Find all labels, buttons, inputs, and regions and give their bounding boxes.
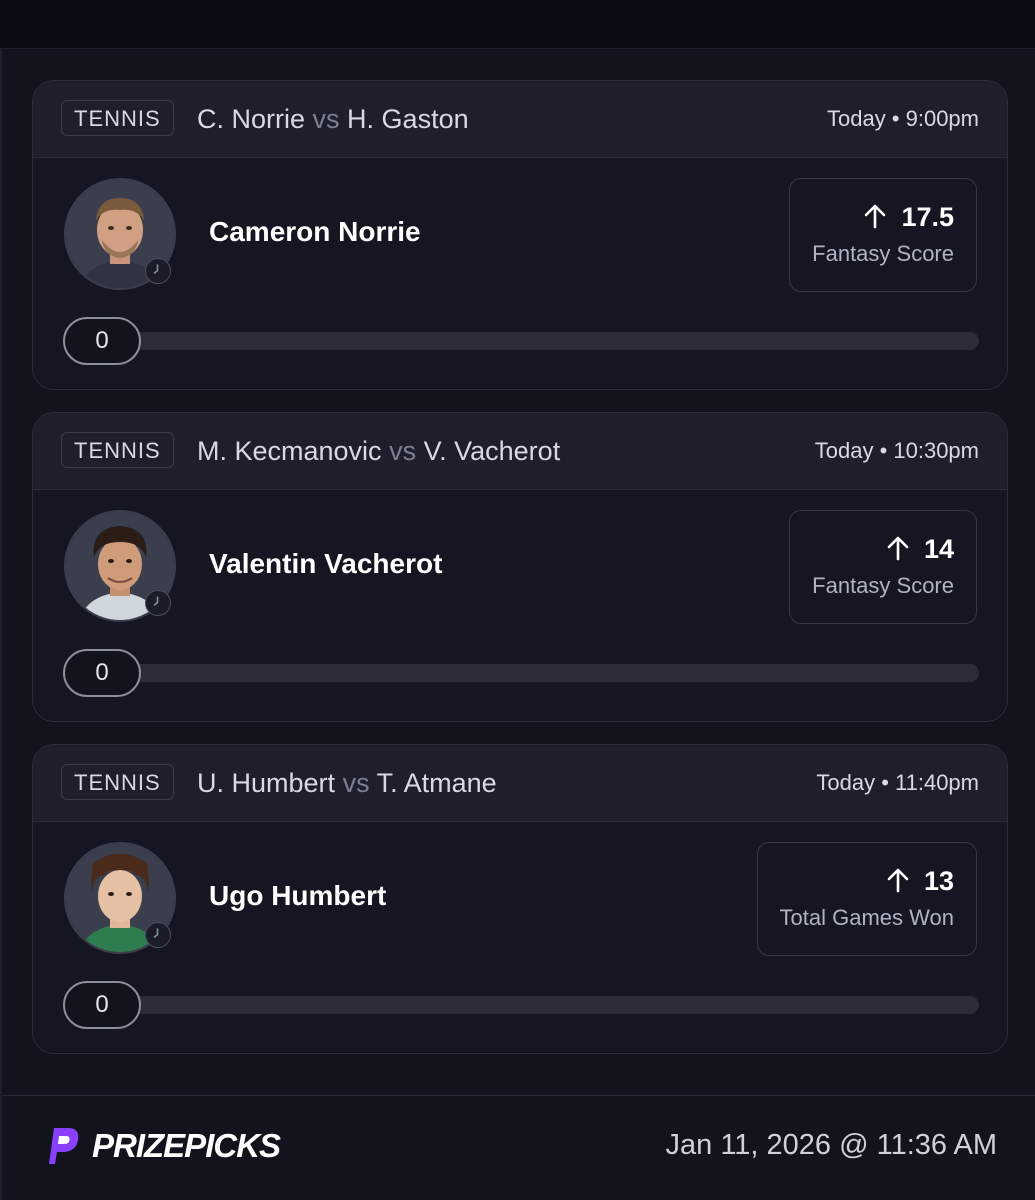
matchup: U. Humbert vs T. Atmane: [197, 767, 497, 799]
projection-box[interactable]: 17.5 Fantasy Score: [789, 178, 977, 292]
line-value: 17.5: [901, 202, 954, 232]
projection-box[interactable]: 13 Total Games Won: [756, 842, 977, 956]
stat-type: Fantasy Score: [812, 573, 954, 598]
matchup-player-2: H. Gaston: [347, 104, 469, 134]
clock-icon: [145, 258, 171, 284]
pick-card[interactable]: TENNIS U. Humbert vs T. Atmane Today • 1…: [32, 744, 1008, 1054]
brand-name: PRIZEPICKS: [92, 1127, 281, 1164]
stat-type: Total Games Won: [779, 905, 954, 930]
projection-box[interactable]: 14 Fantasy Score: [789, 510, 977, 624]
pick-card[interactable]: TENNIS M. Kecmanovic vs V. Vacherot Toda…: [32, 412, 1008, 722]
clock-icon: [145, 590, 171, 616]
stat-type: Fantasy Score: [812, 241, 954, 266]
top-bar: [0, 0, 1035, 49]
progress-track: [91, 664, 979, 682]
card-header: TENNIS U. Humbert vs T. Atmane Today • 1…: [33, 745, 1007, 822]
game-time: Today • 10:30pm: [814, 438, 979, 463]
card-header: TENNIS M. Kecmanovic vs V. Vacherot Toda…: [33, 413, 1007, 490]
game-time: Today • 9:00pm: [826, 106, 979, 131]
progress-value: 0: [63, 649, 141, 697]
app-screen: TENNIS C. Norrie vs H. Gaston Today • 9:…: [0, 0, 1035, 1200]
sport-badge: TENNIS: [61, 764, 174, 800]
screenshot-timestamp: Jan 11, 2026 @ 11:36 AM: [665, 1129, 997, 1161]
game-time: Today • 11:40pm: [816, 770, 979, 795]
matchup: M. Kecmanovic vs V. Vacherot: [197, 435, 560, 467]
player-name: Ugo Humbert: [209, 880, 387, 911]
progress-value: 0: [63, 317, 141, 365]
matchup-player-1: U. Humbert: [197, 768, 336, 798]
matchup-vs: vs: [312, 104, 340, 134]
footer-divider: [2, 1095, 1035, 1096]
projection-line: 14: [812, 533, 954, 568]
matchup: C. Norrie vs H. Gaston: [197, 103, 469, 135]
sport-badge: TENNIS: [61, 432, 174, 468]
matchup-player-1: C. Norrie: [197, 104, 306, 134]
clock-icon: [145, 922, 171, 948]
projection-line: 17.5: [812, 201, 954, 236]
up-arrow-icon: [863, 203, 887, 236]
up-arrow-icon: [886, 535, 910, 568]
progress-value: 0: [63, 981, 141, 1029]
progress-track: [91, 996, 979, 1014]
left-edge: [0, 48, 2, 1200]
sport-badge: TENNIS: [61, 100, 174, 136]
matchup-player-2: T. Atmane: [376, 768, 497, 798]
player-name: Valentin Vacherot: [209, 548, 443, 579]
up-arrow-icon: [886, 867, 910, 900]
matchup-vs: vs: [342, 768, 370, 798]
matchup-player-2: V. Vacherot: [423, 436, 561, 466]
matchup-vs: vs: [389, 436, 417, 466]
player-name: Cameron Norrie: [209, 216, 421, 247]
prizepicks-logo-icon: [40, 1124, 82, 1171]
matchup-player-1: M. Kecmanovic: [197, 436, 382, 466]
line-value: 14: [923, 534, 954, 564]
card-header: TENNIS C. Norrie vs H. Gaston Today • 9:…: [33, 81, 1007, 158]
pick-card[interactable]: TENNIS C. Norrie vs H. Gaston Today • 9:…: [32, 80, 1008, 390]
line-value: 13: [923, 866, 954, 896]
projection-line: 13: [780, 865, 954, 900]
progress-track: [91, 332, 979, 350]
